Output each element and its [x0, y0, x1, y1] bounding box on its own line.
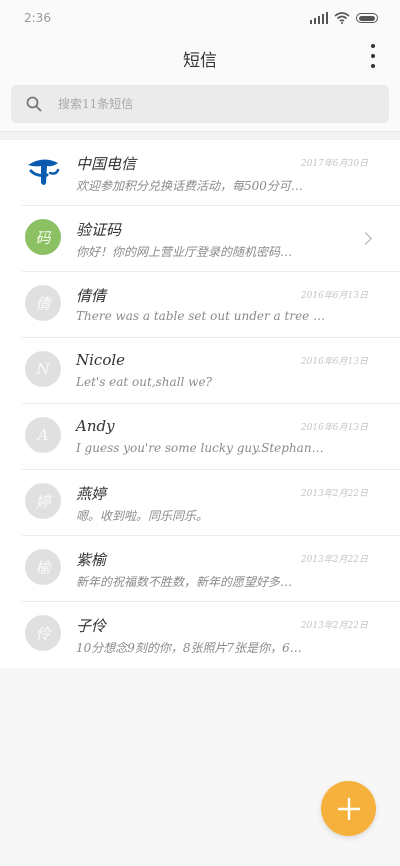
- avatar: N: [25, 351, 61, 387]
- message-preview: 新年的祝福数不胜数，新年的愿望好多…: [76, 575, 293, 589]
- contact-name: 中国电信: [76, 155, 137, 173]
- status-icons: [310, 11, 378, 25]
- contact-name: 验证码: [76, 221, 122, 239]
- message-time: 2013年2月22日: [300, 555, 368, 565]
- message-time: 2017年6月30日: [300, 159, 368, 169]
- conversation-row[interactable]: 中国电信 2017年6月30日 欢迎参加积分兑换话费活动，每500分可…: [0, 140, 400, 206]
- battery-icon: [356, 13, 378, 23]
- top-area: 2:36 短信: [0, 0, 400, 131]
- message-preview: I guess you're some lucky guy.Stephanie …: [76, 441, 326, 455]
- conversation-list: 中国电信 2017年6月30日 欢迎参加积分兑换话费活动，每500分可… 码 验…: [0, 140, 400, 668]
- message-preview: There was a table set out under a tree i…: [76, 309, 326, 323]
- search-bar[interactable]: [11, 85, 389, 123]
- new-message-button[interactable]: [321, 781, 376, 836]
- status-bar: 2:36: [0, 0, 400, 36]
- conversation-row[interactable]: 倩 倩倩 2016年6月13日 There was a table set ou…: [0, 272, 400, 338]
- divider: [0, 131, 400, 140]
- avatar: 伶: [25, 615, 61, 651]
- conversation-row[interactable]: 婷 燕婷 2013年2月22日 嗯。收到啦。同乐同乐。: [0, 470, 400, 536]
- message-preview: 你好！你的网上营业厅登录的随机密码…: [76, 245, 293, 259]
- avatar: [25, 153, 61, 189]
- contact-name: Andy: [76, 417, 115, 435]
- china-telecom-logo: [28, 159, 60, 185]
- contact-name: 子伶: [76, 617, 107, 635]
- signal-icon: [310, 12, 328, 24]
- conversation-row[interactable]: 码 验证码 你好！你的网上营业厅登录的随机密码…: [0, 206, 400, 272]
- avatar: 榆: [25, 549, 61, 585]
- message-preview: Let's eat out,shall we?: [76, 375, 212, 389]
- plus-icon: [337, 797, 360, 820]
- avatar: 婷: [25, 483, 61, 519]
- message-time: 2016年6月13日: [300, 423, 368, 433]
- more-vertical-icon: [371, 44, 375, 48]
- avatar: 倩: [25, 285, 61, 321]
- avatar: A: [25, 417, 61, 453]
- header: 短信: [0, 36, 400, 80]
- contact-name: 紫榆: [76, 551, 107, 569]
- search-input[interactable]: [56, 96, 389, 112]
- page-title: 短信: [183, 51, 217, 71]
- contact-name: 燕婷: [76, 485, 107, 503]
- contact-name: Nicole: [76, 351, 126, 369]
- message-time: 2016年6月13日: [300, 291, 368, 301]
- conversation-row[interactable]: 伶 子伶 2013年2月22日 10分想念9刻的你，8张照片7张是你，6…: [0, 602, 400, 668]
- more-options-button[interactable]: [366, 44, 380, 68]
- message-time: 2013年2月22日: [300, 621, 368, 631]
- avatar: 码: [25, 219, 61, 255]
- message-preview: 10分想念9刻的你，8张照片7张是你，6…: [76, 641, 302, 655]
- status-time: 2:36: [24, 11, 51, 25]
- message-preview: 欢迎参加积分兑换话费活动，每500分可…: [76, 179, 303, 193]
- message-preview: 嗯。收到啦。同乐同乐。: [76, 509, 209, 523]
- message-time: 2016年6月13日: [300, 357, 368, 367]
- search-icon: [26, 96, 42, 112]
- wifi-icon: [334, 12, 350, 24]
- message-time: 2013年2月22日: [300, 489, 368, 499]
- conversation-row[interactable]: N Nicole 2016年6月13日 Let's eat out,shall …: [0, 338, 400, 404]
- conversation-row[interactable]: A Andy 2016年6月13日 I guess you're some lu…: [0, 404, 400, 470]
- chevron-right-icon: [359, 232, 372, 245]
- contact-name: 倩倩: [76, 287, 107, 305]
- conversation-row[interactable]: 榆 紫榆 2013年2月22日 新年的祝福数不胜数，新年的愿望好多…: [0, 536, 400, 602]
- search-wrap: [0, 80, 400, 131]
